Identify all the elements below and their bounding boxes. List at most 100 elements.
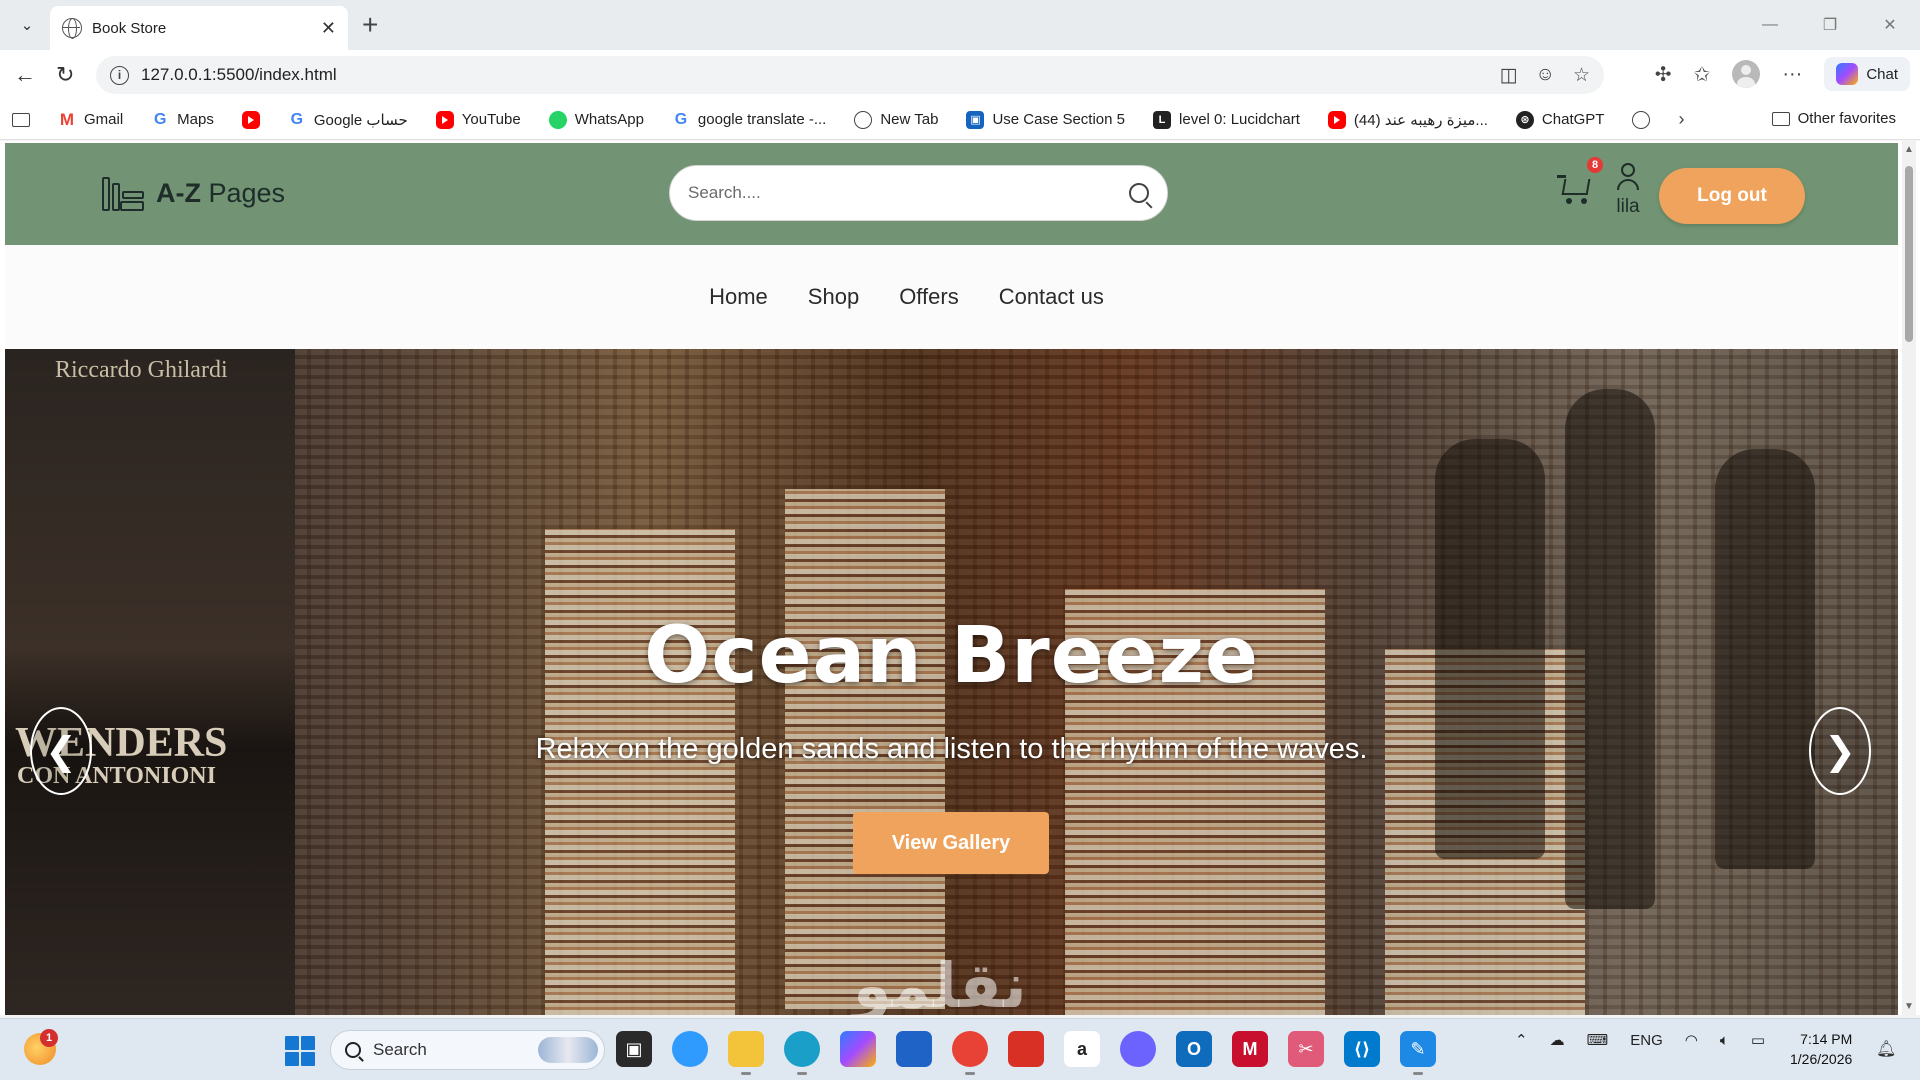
wifi-icon[interactable]: ◠ [1685,1031,1698,1049]
task-view-icon[interactable]: ▣ [616,1031,652,1067]
folder-icon [1771,111,1790,126]
amazon-icon[interactable]: a [1064,1031,1100,1067]
carousel-next-arrow-icon[interactable]: ❯ [1809,707,1871,795]
taskbar-clock[interactable]: 7:14 PM 1/26/2026 [1790,1029,1852,1069]
google-icon: G [151,110,170,129]
browser-essentials-icon[interactable]: ☺ [1536,64,1555,87]
copilot-app-icon[interactable] [840,1031,876,1067]
copilot-logo-icon[interactable] [1120,1031,1156,1067]
page-scrollbar[interactable]: ▲ ▼ [1902,141,1916,1015]
close-window-icon[interactable]: ✕ [1860,0,1920,50]
view-gallery-button[interactable]: View Gallery [853,812,1049,874]
volume-icon[interactable]: 🔈︎ [1720,1032,1729,1049]
cart-icon[interactable] [1557,171,1593,207]
username: lila [1616,196,1640,217]
back-arrow-icon[interactable]: ← [14,62,36,88]
bookmark-lucidchart[interactable]: Llevel 0: Lucidchart [1153,110,1300,129]
nav-contact-us[interactable]: Contact us [999,284,1104,310]
nav-shop[interactable]: Shop [808,284,859,310]
tab-list-chevron-icon[interactable]: ⌄ [10,9,44,41]
scrollbar-thumb[interactable] [1905,166,1913,342]
battery-icon[interactable]: ▭ [1751,1031,1765,1049]
url-bar[interactable]: i 127.0.0.1:5500/index.html ◫ ☺ ☆ [96,56,1604,94]
paint-icon[interactable]: ✎ [1400,1031,1436,1075]
extensions-icon[interactable]: ✣ [1655,62,1672,87]
watermark-text: نقلمو [853,949,1027,1015]
whatsapp-icon [548,110,567,129]
site-info-icon[interactable]: i [110,65,129,85]
scroll-up-icon[interactable]: ▲ [1904,144,1914,155]
tab-close-icon[interactable]: ✕ [321,18,336,39]
collections-icon[interactable] [12,112,30,127]
bookmark-label: Gmail [84,111,124,128]
other-favorites-label: Other favorites [1797,110,1896,127]
site-search-box[interactable] [669,165,1168,221]
vscode-icon[interactable]: ⟨⟩ [1344,1031,1380,1067]
taskbar-search[interactable]: Search [330,1030,605,1070]
browser-tab-bar: ⌄ Book Store ✕ + — ❐ ✕ [0,0,1920,50]
bookmark-maps[interactable]: G Maps [151,110,214,129]
bookmark-new-tab[interactable]: New Tab [854,110,939,129]
immersive-reader-icon[interactable]: ◫ [1500,64,1518,87]
bookmark-google-translate[interactable]: Ggoogle translate -... [671,110,826,129]
restore-icon[interactable]: ❐ [1800,0,1860,50]
bookmark-youtube-short[interactable] [241,110,260,129]
office-icon[interactable] [1008,1031,1044,1067]
chat-label: Chat [1866,65,1898,83]
favorite-star-icon[interactable]: ☆ [1573,64,1590,87]
bookmarks-bar: M Gmail G Maps G Google حساب YouTube WhatsA… [0,100,1920,140]
youtube-icon [1327,110,1346,129]
profile-avatar[interactable] [1732,60,1761,88]
nav-offers[interactable]: Offers [899,284,959,310]
browser-tab-active[interactable]: Book Store ✕ [50,6,348,50]
bookmark-whatsapp[interactable]: WhatsApp [548,110,644,129]
bookmark-label: New Tab [880,111,939,128]
onedrive-icon[interactable]: ☁ [1550,1031,1565,1049]
more-options-icon[interactable]: ··· [1782,63,1802,86]
mcafee-icon[interactable]: M [1232,1031,1268,1067]
show-hidden-icons-icon[interactable]: ⌃ [1515,1031,1528,1049]
reload-icon[interactable]: ↻ [56,62,74,88]
bookmark-globe[interactable] [1632,110,1651,129]
bookmark-google-account[interactable]: G Google حساب [287,110,408,129]
bookmark-gmail[interactable]: M Gmail [58,110,124,129]
poster-text-top: Riccardo Ghilardi [55,357,228,383]
bookmark-use-case[interactable]: ▣ Use Case Section 5 [966,110,1125,129]
copilot-icon[interactable] [672,1031,708,1067]
bookmark-label: ChatGPT [1541,111,1605,128]
windows-start-icon[interactable] [285,1036,315,1066]
file-explorer-icon[interactable] [728,1031,764,1075]
bookmarks-more-chevron-icon[interactable]: › [1678,109,1684,130]
store-icon[interactable] [896,1031,932,1067]
nav-home[interactable]: Home [709,284,768,310]
url-text[interactable]: 127.0.0.1:5500/index.html [141,65,337,85]
bookmark-label: Maps [177,111,214,128]
youtube-icon [241,110,260,129]
main-nav: Home Shop Offers Contact us [5,245,1898,349]
notification-bell-icon[interactable]: 🔔︎ [1876,1039,1896,1059]
edge-icon[interactable] [784,1031,820,1075]
user-account[interactable]: lila [1611,163,1645,218]
copilot-chat-button[interactable]: Chat [1824,57,1910,91]
search-icon[interactable] [1129,183,1149,203]
chrome-icon[interactable] [952,1031,988,1075]
site-logo[interactable]: A-Z Pages [100,173,285,213]
logo-text: A-Z Pages [156,177,286,208]
scroll-down-icon[interactable]: ▼ [1904,1001,1914,1012]
snipping-tool-icon[interactable]: ✂ [1288,1031,1324,1067]
minimize-icon[interactable]: — [1740,0,1800,50]
bookmark-youtube[interactable]: YouTube [435,110,521,129]
favorites-icon[interactable]: ✩ [1694,62,1711,87]
bookmark-youtube-video[interactable]: (44) ميزة رهيبه عند... [1327,110,1488,129]
google-icon: G [287,110,306,129]
logout-button[interactable]: Log out [1659,168,1805,224]
keyboard-icon[interactable]: ⌨ [1587,1031,1609,1049]
language-indicator[interactable]: ENG [1630,1032,1663,1049]
other-favorites[interactable]: Other favorites [1771,110,1896,127]
carousel-prev-arrow-icon[interactable]: ❮ [30,707,92,795]
bookmark-chatgpt[interactable]: ⊛ ChatGPT [1515,110,1605,129]
site-search-input[interactable] [688,183,1129,203]
new-tab-button[interactable]: + [362,10,378,40]
outlook-icon[interactable]: O [1176,1031,1212,1067]
google-icon: G [671,110,690,129]
